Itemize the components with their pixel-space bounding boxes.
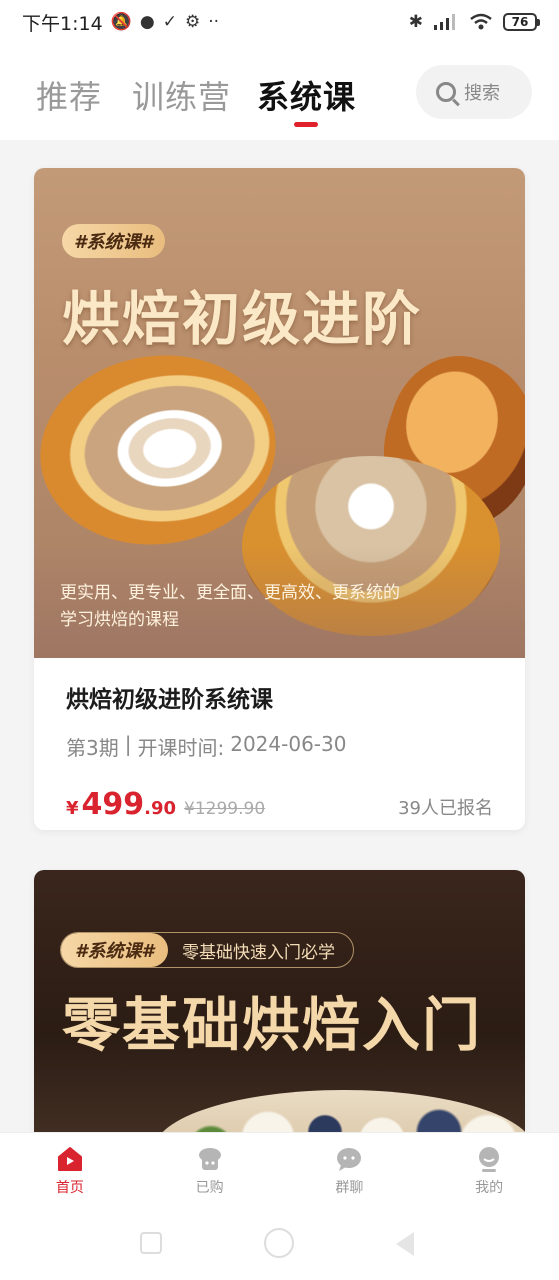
course-card[interactable]: #系统课# 烘焙初级进阶 更实用、更专业、更全面、更高效、更系统的 学习烘焙的课… bbox=[34, 168, 525, 830]
back-button[interactable] bbox=[396, 1232, 414, 1256]
group-chat-icon bbox=[335, 1145, 363, 1173]
price-integer: 499 bbox=[81, 787, 145, 822]
enrolled-count: 39人已报名 bbox=[398, 798, 493, 819]
active-tab-indicator bbox=[294, 122, 318, 127]
nav-purchased[interactable]: 已购 bbox=[140, 1133, 280, 1210]
status-right: ✱ 76 bbox=[408, 12, 540, 32]
banner-title: 零基础烘焙入门 bbox=[62, 991, 483, 1059]
course-tag-subtitle: 零基础快速入门必学 bbox=[182, 942, 336, 963]
recent-apps-button[interactable] bbox=[140, 1232, 162, 1254]
task-done-icon: ✓ bbox=[162, 12, 177, 32]
banner-caption-line: 学习烘焙的课程 bbox=[60, 610, 179, 630]
nav-home[interactable]: 首页 bbox=[0, 1133, 140, 1210]
home-button[interactable] bbox=[264, 1228, 294, 1258]
course-banner[interactable]: #系统课# 零基础快速入门必学 零基础烘焙入门 bbox=[34, 870, 525, 1132]
chat-notification-icon: ● bbox=[139, 12, 155, 32]
meta-separator: | bbox=[124, 732, 132, 756]
top-tab-bar: 推荐 训练营 系统课 搜索 bbox=[0, 44, 559, 140]
settings-icon: ⚙ bbox=[184, 12, 201, 32]
nav-label: 我的 bbox=[475, 1180, 504, 1196]
start-label: 开课时间: bbox=[137, 736, 225, 760]
banner-title: 烘焙初级进阶 bbox=[62, 285, 423, 353]
nav-group-chat[interactable]: 群聊 bbox=[280, 1133, 420, 1210]
course-tag: #系统课# bbox=[62, 224, 166, 258]
bluetooth-icon: ✱ bbox=[408, 12, 423, 32]
bottom-tab-bar: 首页 已购 群聊 我的 bbox=[0, 1132, 559, 1210]
nav-profile[interactable]: 我的 bbox=[419, 1133, 559, 1210]
tab-recommend[interactable]: 推荐 bbox=[36, 72, 102, 118]
status-left: 下午1:14 🔕 ● ✓ ⚙ ·· bbox=[22, 9, 219, 36]
status-time: 下午1:14 bbox=[22, 12, 103, 35]
signal-icon bbox=[434, 14, 455, 30]
search-label: 搜索 bbox=[464, 83, 500, 104]
nav-label: 群聊 bbox=[335, 1180, 364, 1196]
dessert-image bbox=[154, 1090, 525, 1132]
course-info: 烘焙初级进阶系统课 第3期 | 开课时间: 2024-06-30 ¥ 499 .… bbox=[34, 658, 525, 822]
purchased-icon bbox=[196, 1145, 224, 1173]
price-row: ¥ 499 .90 ¥1299.90 39人已报名 bbox=[66, 787, 493, 822]
course-banner[interactable]: #系统课# 烘焙初级进阶 更实用、更专业、更全面、更高效、更系统的 学习烘焙的课… bbox=[34, 168, 525, 658]
course-period: 第3期 bbox=[66, 736, 119, 760]
start-date: 2024-06-30 bbox=[230, 732, 347, 756]
original-price: ¥1299.90 bbox=[184, 799, 266, 819]
search-icon bbox=[436, 82, 456, 102]
course-tag: #系统课# bbox=[61, 933, 169, 967]
system-nav-bar bbox=[0, 1210, 559, 1280]
price-decimal: .90 bbox=[144, 798, 177, 819]
profile-icon bbox=[475, 1145, 503, 1173]
mute-icon: 🔕 bbox=[110, 12, 132, 32]
course-meta: 第3期 | 开课时间: 2024-06-30 bbox=[66, 732, 493, 761]
wifi-icon bbox=[470, 13, 492, 30]
more-notifications-icon: ·· bbox=[208, 12, 219, 32]
battery-icon: 76 bbox=[503, 13, 540, 31]
nav-label: 首页 bbox=[55, 1180, 84, 1196]
price-currency: ¥ bbox=[66, 798, 79, 819]
course-card[interactable]: #系统课# 零基础快速入门必学 零基础烘焙入门 bbox=[34, 870, 525, 1132]
course-tag-row: #系统课# 零基础快速入门必学 bbox=[60, 932, 355, 968]
nav-label: 已购 bbox=[195, 1180, 224, 1196]
search-button[interactable]: 搜索 bbox=[416, 65, 532, 119]
banner-caption-line: 更实用、更专业、更全面、更高效、更系统的 bbox=[60, 583, 400, 603]
tab-training-camp[interactable]: 训练营 bbox=[132, 72, 231, 118]
home-icon bbox=[56, 1145, 84, 1173]
course-list[interactable]: #系统课# 烘焙初级进阶 更实用、更专业、更全面、更高效、更系统的 学习烘焙的课… bbox=[0, 140, 559, 1132]
status-bar: 下午1:14 🔕 ● ✓ ⚙ ·· ✱ 76 bbox=[0, 0, 559, 44]
course-title: 烘焙初级进阶系统课 bbox=[66, 687, 273, 713]
banner-caption: 更实用、更专业、更全面、更高效、更系统的 学习烘焙的课程 bbox=[60, 580, 400, 634]
tab-system-course[interactable]: 系统课 bbox=[257, 72, 356, 118]
